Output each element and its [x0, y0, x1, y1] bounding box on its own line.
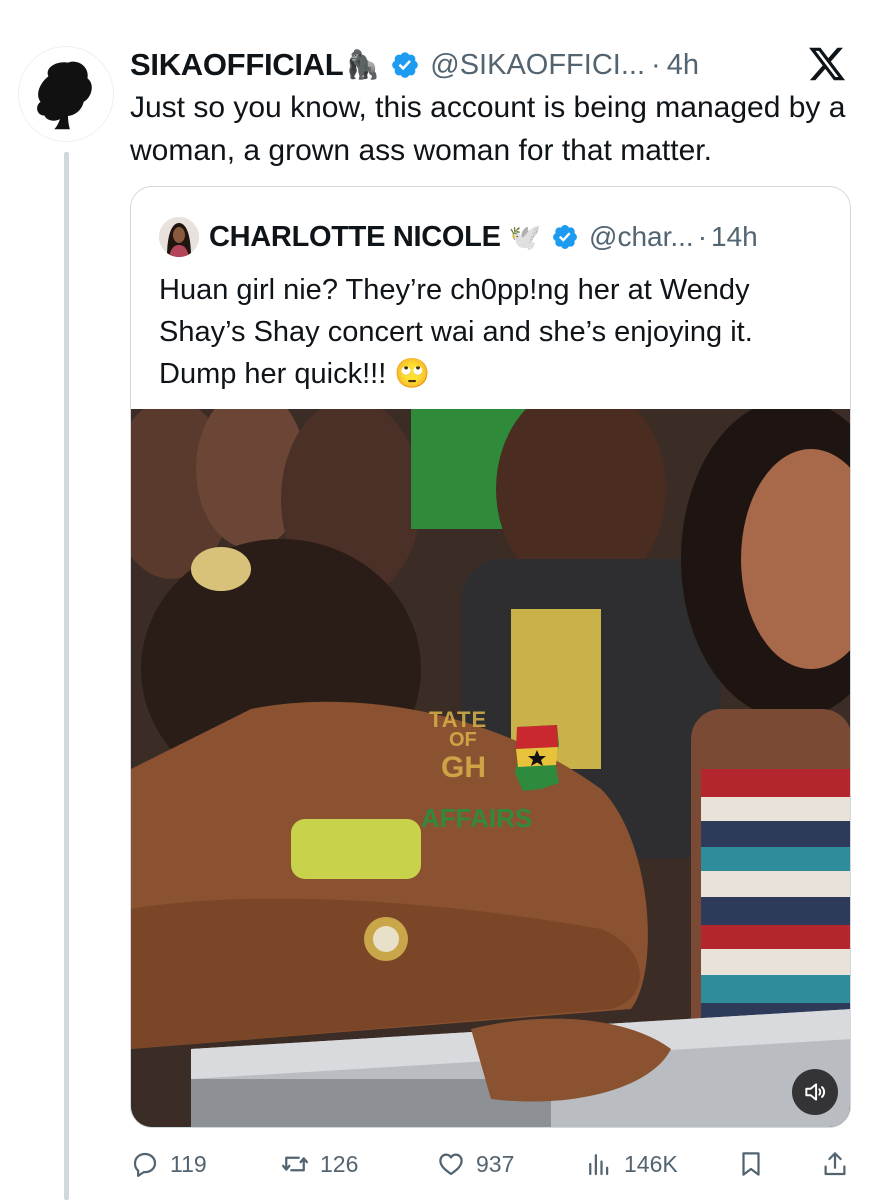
quoted-author-display-name[interactable]: CHARLOTTE NICOLE — [209, 221, 501, 254]
author-handle[interactable]: @SIKAOFFICI... — [430, 49, 645, 82]
tweet-header: SIKAOFFICIAL 🦍 @SIKAOFFICI... · 4h — [130, 40, 849, 90]
reply-icon — [133, 1152, 157, 1177]
view-count: 146K — [624, 1150, 678, 1177]
quoted-tweet-text: Huan girl nie? They’re ch0pp!ng her at W… — [159, 274, 753, 390]
quoted-avatar-image — [159, 217, 199, 257]
author-display-name[interactable]: SIKAOFFICIAL — [130, 47, 344, 83]
tweet-timestamp[interactable]: 4h — [667, 49, 699, 82]
quoted-tweet-timestamp[interactable]: 14h — [711, 221, 758, 253]
reply-count: 119 — [170, 1150, 207, 1177]
quoted-tweet-card[interactable]: CHARLOTTE NICOLE 🕊️ @char... · 14h Huan … — [130, 186, 851, 1128]
quoted-header-separator: · — [697, 221, 708, 252]
x-logo-icon[interactable] — [807, 44, 847, 84]
dove-emoji: 🕊️ — [508, 222, 542, 252]
speaker-icon — [805, 1083, 826, 1101]
verified-badge-icon — [392, 52, 419, 78]
tweet-text: Just so you know, this account is being … — [130, 91, 846, 167]
thread-connector-line — [64, 152, 69, 1200]
avatar-silhouette — [19, 47, 113, 141]
tweet-action-bar: 119 126 937 146K — [130, 1142, 852, 1186]
quoted-author-avatar[interactable] — [159, 217, 199, 257]
state-of-gh-affairs-watermark: TATE OF GH AFFAIRS — [421, 707, 581, 847]
repost-button[interactable]: 126 — [280, 1142, 358, 1186]
volume-toggle-button[interactable] — [792, 1069, 838, 1115]
views-button[interactable]: 146K — [584, 1142, 678, 1186]
share-button[interactable] — [820, 1142, 850, 1186]
bookmark-icon — [742, 1152, 760, 1176]
header-separator: · — [651, 48, 661, 81]
repost-icon — [282, 1156, 308, 1172]
quoted-verified-badge-icon — [553, 225, 577, 249]
like-button[interactable]: 937 — [436, 1142, 514, 1186]
ghana-map-flag-icon — [515, 725, 559, 791]
author-avatar[interactable] — [18, 46, 114, 142]
share-upload-icon — [824, 1152, 846, 1176]
repost-count: 126 — [320, 1150, 359, 1177]
bookmark-button[interactable] — [736, 1142, 766, 1186]
quoted-tweet-header: CHARLOTTE NICOLE 🕊️ @char... · 14h — [159, 215, 830, 259]
watermark-line-3: GH — [441, 751, 486, 784]
watermark-line-2: OF — [449, 729, 477, 751]
like-count: 937 — [476, 1150, 515, 1177]
analytics-bars-icon — [589, 1154, 609, 1176]
gorilla-emoji: 🦍 — [345, 49, 381, 80]
watermark-line-4: AFFAIRS — [421, 803, 533, 833]
quoted-author-handle[interactable]: @char... — [589, 221, 694, 253]
quoted-video-player[interactable]: TATE OF GH AFFAIRS — [131, 409, 850, 1127]
heart-icon — [439, 1153, 463, 1176]
reply-button[interactable]: 119 — [130, 1142, 207, 1186]
